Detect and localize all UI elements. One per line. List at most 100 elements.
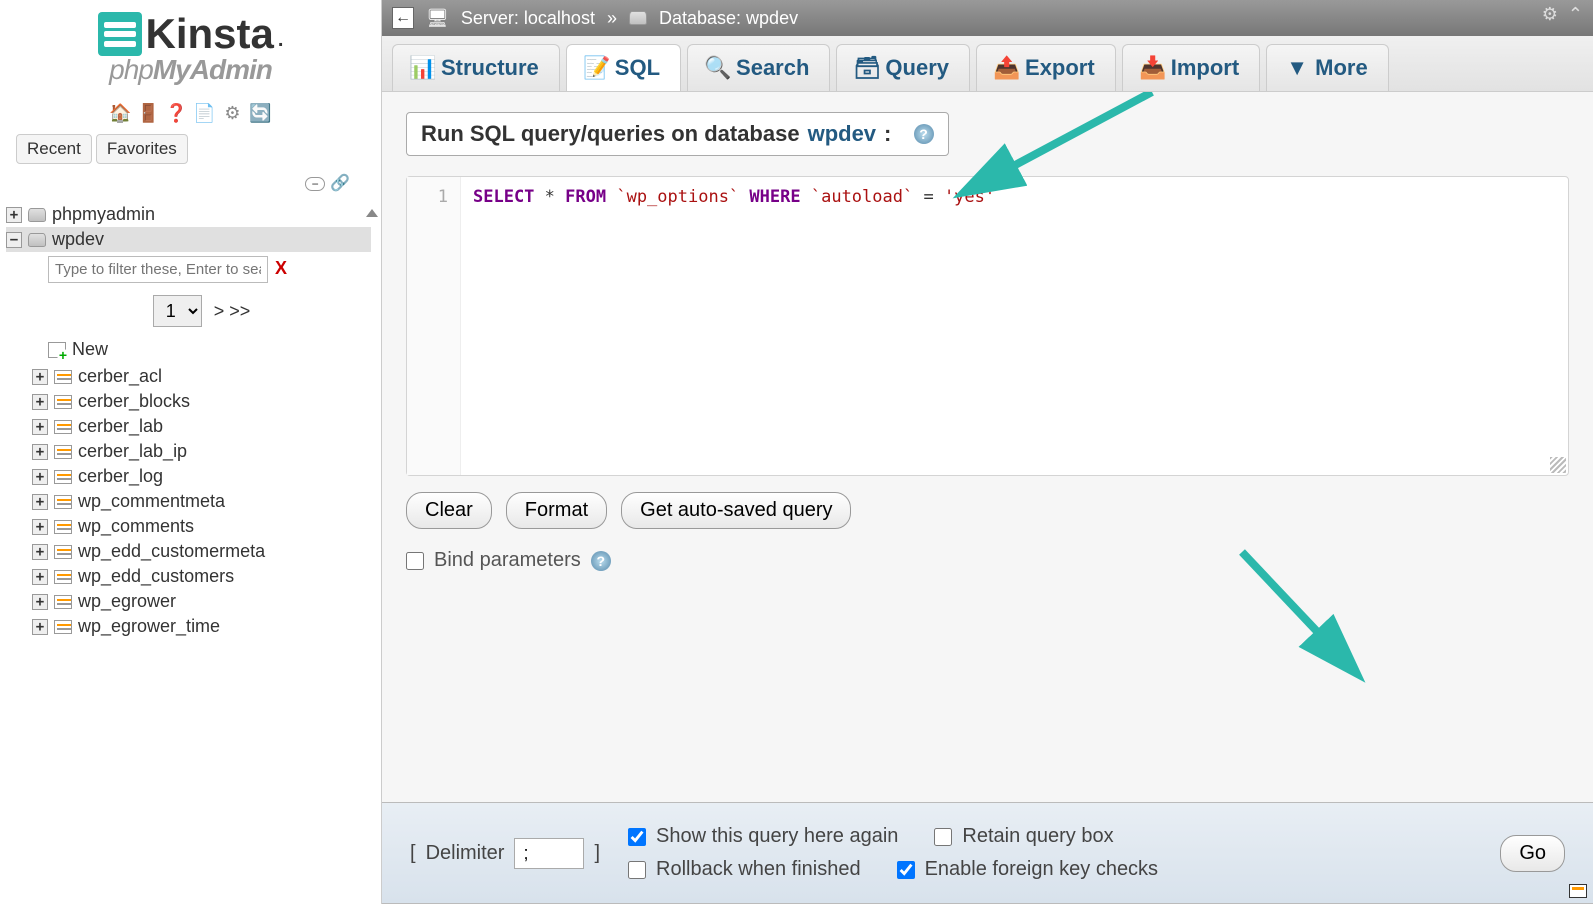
- collapse-icon[interactable]: −: [6, 232, 22, 248]
- clear-button[interactable]: Clear: [406, 492, 492, 529]
- footer-checks: Show this query here again Retain query …: [628, 825, 1268, 881]
- tree-table-wp_edd_customers[interactable]: +wp_edd_customers: [32, 564, 371, 589]
- tree-table-label: wp_egrower: [78, 591, 176, 612]
- tree-table-cerber_acl[interactable]: +cerber_acl: [32, 364, 371, 389]
- tab-recent[interactable]: Recent: [16, 134, 92, 164]
- expand-icon[interactable]: +: [32, 469, 48, 485]
- help-icon[interactable]: ?: [591, 551, 611, 571]
- resize-handle[interactable]: [1550, 457, 1566, 473]
- tree-db-phpmyadmin[interactable]: + phpmyadmin: [6, 202, 371, 227]
- tree-table-cerber_log[interactable]: +cerber_log: [32, 464, 371, 489]
- legend-colon: :: [884, 121, 891, 147]
- brand-name: Kinsta: [146, 10, 274, 58]
- bind-parameters-checkbox[interactable]: [406, 552, 424, 570]
- retain-row[interactable]: Retain query box: [934, 825, 1113, 848]
- show-again-checkbox[interactable]: [628, 828, 646, 846]
- retain-checkbox[interactable]: [934, 828, 952, 846]
- tree-table-wp_egrower[interactable]: + wp_egrower: [32, 589, 371, 614]
- expand-icon[interactable]: +: [6, 207, 22, 223]
- tree-new-table[interactable]: New: [32, 335, 371, 364]
- tree-table-cerber_lab[interactable]: + cerber_lab: [32, 414, 371, 439]
- main-panel: ← 🖥 Server: localhost » Database: wpdev …: [382, 0, 1593, 904]
- page-settings-icon[interactable]: ⚙: [1542, 4, 1558, 25]
- expand-icon[interactable]: +: [32, 619, 48, 635]
- expand-icon[interactable]: +: [32, 394, 48, 410]
- tab-sql[interactable]: 📝SQL: [566, 44, 681, 91]
- delimiter-input[interactable]: [514, 838, 584, 869]
- settings-icon[interactable]: ⚙: [222, 102, 244, 124]
- autosaved-button[interactable]: Get auto-saved query: [621, 492, 851, 529]
- tree-table-wp_commentmeta[interactable]: +wp_commentmeta: [32, 489, 371, 514]
- expand-icon[interactable]: +: [32, 494, 48, 510]
- editor-code[interactable]: SELECT * FROM `wp_options` WHERE `autolo…: [461, 177, 1568, 475]
- tree-table-cerber_lab_ip[interactable]: +cerber_lab_ip: [32, 439, 371, 464]
- retain-label: Retain query box: [962, 825, 1113, 848]
- line-number: 1: [438, 187, 448, 207]
- collapse-all-icon[interactable]: −: [305, 177, 325, 191]
- tree-table-cerber_blocks[interactable]: +cerber_blocks: [32, 389, 371, 414]
- expand-icon[interactable]: +: [32, 594, 48, 610]
- page-collapse-icon[interactable]: ⌃: [1568, 4, 1583, 25]
- table-icon: [54, 495, 72, 509]
- fk-row[interactable]: Enable foreign key checks: [897, 858, 1158, 881]
- expand-icon[interactable]: +: [32, 419, 48, 435]
- show-again-row[interactable]: Show this query here again: [628, 825, 898, 848]
- tab-export-label: Export: [1025, 55, 1095, 81]
- tok-eq: =: [913, 187, 944, 207]
- table-icon: [54, 570, 72, 584]
- sql-editor[interactable]: 1 SELECT * FROM `wp_options` WHERE `auto…: [406, 176, 1569, 476]
- fk-checkbox[interactable]: [897, 861, 915, 879]
- home-icon[interactable]: 🏠: [110, 102, 132, 124]
- tree-filter-clear[interactable]: X: [275, 258, 287, 278]
- expand-icon[interactable]: +: [32, 519, 48, 535]
- tree-table-wp_edd_customermeta[interactable]: + wp_edd_customermeta: [32, 539, 371, 564]
- tab-structure[interactable]: 📊Structure: [392, 44, 560, 91]
- expand-icon[interactable]: +: [32, 544, 48, 560]
- tree-table-label: cerber_lab: [78, 416, 163, 437]
- tab-export[interactable]: 📤Export: [976, 44, 1116, 91]
- tree-page-select[interactable]: 1: [153, 295, 202, 327]
- sql-content: Run SQL query/queries on database wpdev:…: [382, 92, 1593, 802]
- tab-import[interactable]: 📥Import: [1122, 44, 1260, 91]
- tree-filter-input[interactable]: [48, 256, 268, 283]
- bind-parameters-label: Bind parameters: [434, 549, 581, 572]
- sql-history-icon[interactable]: 📄: [194, 102, 216, 124]
- expand-icon[interactable]: +: [32, 369, 48, 385]
- bc-db-link[interactable]: wpdev: [746, 8, 798, 28]
- sql-icon: 📝: [587, 58, 607, 78]
- tab-search[interactable]: 🔍Search: [687, 44, 830, 91]
- go-button[interactable]: Go: [1500, 835, 1565, 872]
- docs-icon[interactable]: ❓: [166, 102, 188, 124]
- delim-close: ]: [594, 842, 600, 865]
- database-icon: [28, 208, 46, 222]
- format-button[interactable]: Format: [506, 492, 607, 529]
- tab-favorites[interactable]: Favorites: [96, 134, 188, 164]
- tab-query[interactable]: 🗃Query: [836, 44, 970, 91]
- link-icon[interactable]: 🔗: [329, 172, 351, 194]
- rollback-label: Rollback when finished: [656, 858, 861, 881]
- back-button[interactable]: ←: [392, 7, 414, 29]
- tab-more-label: More: [1315, 55, 1368, 81]
- reload-icon[interactable]: 🔄: [250, 102, 272, 124]
- tree-table-wp_comments[interactable]: +wp_comments: [32, 514, 371, 539]
- tree-scroll-up[interactable]: [365, 198, 379, 228]
- brand-sub-php: php: [109, 54, 153, 85]
- tree-table-label: wp_edd_customermeta: [78, 541, 265, 562]
- help-icon[interactable]: ?: [914, 124, 934, 144]
- expand-icon[interactable]: +: [32, 444, 48, 460]
- db-tree[interactable]: + phpmyadmin − wpdev X 1 > >>: [0, 198, 381, 904]
- tree-table-wp_egrower_time[interactable]: +wp_egrower_time: [32, 614, 371, 639]
- console-icon[interactable]: [1569, 884, 1587, 898]
- expand-icon[interactable]: +: [32, 569, 48, 585]
- rollback-row[interactable]: Rollback when finished: [628, 858, 861, 881]
- bc-server-link[interactable]: localhost: [524, 8, 595, 28]
- tree-db-wpdev[interactable]: − wpdev: [6, 227, 371, 252]
- tab-more[interactable]: ▼More: [1266, 44, 1389, 91]
- new-table-icon: [48, 342, 66, 358]
- sp: [606, 187, 616, 207]
- tree-page-next[interactable]: > >>: [214, 301, 251, 322]
- tree-pager: 1 > >>: [32, 287, 371, 335]
- rollback-checkbox[interactable]: [628, 861, 646, 879]
- tree-db-label: wpdev: [52, 229, 104, 250]
- logout-icon[interactable]: 🚪: [138, 102, 160, 124]
